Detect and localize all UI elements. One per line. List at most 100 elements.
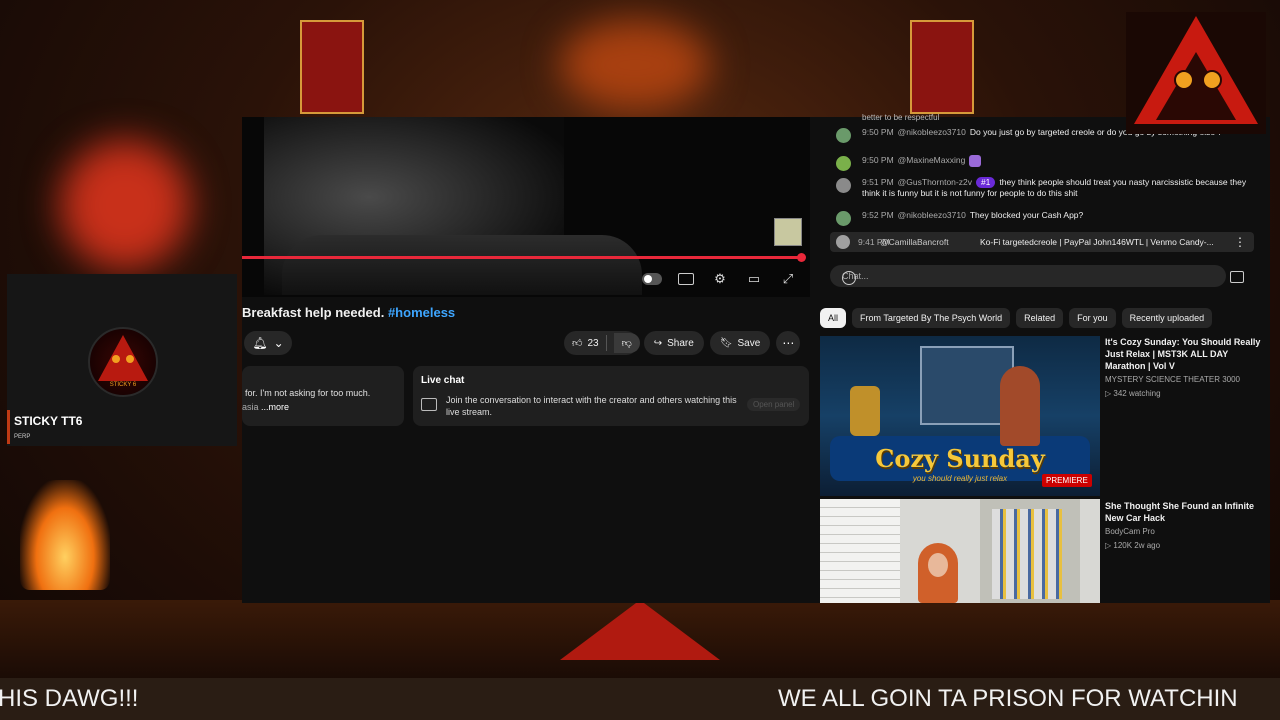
youtube-window: ⚙ ▭ ⤢ Breakfast help needed. #homeless 🔔…	[242, 113, 1270, 603]
save-button[interactable]: 🔖︎ Save	[709, 331, 771, 355]
more-link[interactable]: ...more	[259, 402, 289, 412]
captions-icon	[678, 273, 694, 285]
recommendation-meta: ▷ 120K 2w ago	[1105, 541, 1161, 550]
thumbs-down-icon: 👎︎	[621, 338, 632, 349]
thumb-board	[992, 509, 1062, 599]
live-chat-heading: Live chat	[421, 375, 465, 386]
avatar-eye-right	[126, 355, 134, 363]
recommendation-info[interactable]: She Thought She Found an Infinite New Ca…	[1105, 500, 1270, 552]
chat-icon	[421, 398, 437, 411]
open-panel-button[interactable]: Open panel	[747, 398, 801, 411]
theater-icon: ▭	[747, 271, 761, 286]
thumb-face	[928, 553, 948, 577]
bookmark-icon: 🔖︎	[719, 337, 733, 349]
chat-cut-line: better to be respectful	[862, 113, 940, 122]
recommendation-title[interactable]: It's Cozy Sunday: You Should Really Just…	[1105, 336, 1270, 372]
theater-button[interactable]: ▭	[744, 271, 764, 287]
recommendation-title[interactable]: She Thought She Found an Infinite New Ca…	[1105, 500, 1270, 524]
description-line-1: for. I'm not asking for too much.	[245, 388, 371, 398]
masked-figure	[560, 20, 710, 110]
chip-related[interactable]: Related	[1016, 308, 1064, 328]
premiere-badge: PREMIERE	[1042, 474, 1092, 487]
gear-icon: ⚙	[714, 271, 726, 286]
thumbs-up-icon[interactable]: 👍︎	[572, 337, 582, 349]
logo-eye-right	[1202, 70, 1222, 90]
recommendation-thumbnail[interactable]	[820, 499, 1100, 603]
avatar	[836, 211, 851, 226]
player-controls: ⚙ ▭ ⤢	[642, 269, 798, 289]
live-chat-panel: better to be respectful 9:50 PM @nikoblee…	[820, 113, 1266, 293]
thumb-wall	[820, 499, 900, 603]
thumb-robot	[850, 386, 880, 436]
more-dots-icon: ⋯	[782, 336, 795, 350]
progress-bar[interactable]	[242, 256, 804, 259]
description-line-2: asia ...more	[242, 402, 290, 412]
share-button[interactable]: ↪ Share	[643, 331, 704, 355]
recommendation-thumbnail[interactable]: Cozy Sunday you should really just relax…	[820, 336, 1100, 496]
chat-message: 9:50 PM @MaxineMaxxing	[836, 155, 1256, 171]
recommendation-channel: MYSTERY SCIENCE THEATER 3000	[1105, 375, 1241, 384]
chat-message: 9:52 PM @nikobleezo3710 They blocked your …	[836, 210, 1256, 226]
member-badge: #1	[975, 177, 996, 188]
live-chat-card: Live chat Join the conversation to inter…	[413, 366, 809, 426]
ticker-text-right: WE ALL GOIN TA PRISON FOR WATCHIN	[778, 685, 1238, 712]
progress-scrubber[interactable]	[797, 253, 806, 262]
recommendation-channel: BodyCam Pro	[1105, 527, 1155, 536]
streamer-name: STICKY TT6	[14, 414, 83, 428]
chip-for-you[interactable]: For you	[1069, 308, 1116, 328]
avatar	[836, 128, 851, 143]
video-frame-object	[774, 218, 802, 246]
pinned-message[interactable]: 9:41 PM @CamillaBancroft Ko-Fi targetedc…	[830, 232, 1254, 252]
kebab-menu-icon[interactable]: ⋮	[1234, 235, 1246, 249]
banner-left	[300, 20, 364, 114]
chip-recently-uploaded[interactable]: Recently uploaded	[1121, 308, 1213, 328]
bell-icon: 🔔︎	[252, 336, 268, 350]
chat-message: 9:51 PM @GusThornton-z2v #1 they think peop…	[836, 177, 1256, 201]
avatar-text: STICKY 6	[109, 382, 137, 388]
hashtag-link[interactable]: #homeless	[388, 305, 455, 320]
triangle-logo-inner	[1156, 52, 1236, 120]
logo-eye-left	[1174, 70, 1194, 90]
stream-logo-overlay	[1126, 12, 1266, 134]
captions-button[interactable]	[676, 271, 696, 287]
share-label: Share	[667, 337, 694, 349]
more-options-button[interactable]: ⋯	[776, 331, 801, 355]
avatar	[836, 178, 851, 193]
toggle-panel-icon[interactable]	[1230, 271, 1244, 283]
fullscreen-button[interactable]: ⤢	[778, 271, 798, 287]
chat-input[interactable]: Chat...	[830, 265, 1226, 287]
streamer-card: STICKY 6 STICKY TT6 PERP	[7, 274, 237, 446]
recommendation-chips: All From Targeted By The Psych World Rel…	[820, 308, 1213, 328]
avatar	[836, 156, 851, 171]
chevron-down-icon: ⌄	[273, 336, 284, 350]
video-player[interactable]: ⚙ ▭ ⤢	[242, 117, 810, 297]
action-bar: 👍︎ 23 👎︎ ↪ Share 🔖︎ Save ⋯	[564, 331, 801, 355]
emoji-icon	[969, 155, 982, 167]
notification-bell-button[interactable]: 🔔︎ ⌄	[244, 331, 292, 355]
accent-bar	[7, 410, 10, 444]
emoji-picker-icon[interactable]	[842, 271, 856, 285]
thumb-person	[1000, 366, 1040, 446]
avatar: STICKY 6	[88, 327, 158, 397]
ticker-text-left: HIS DAWG!!!	[0, 685, 139, 712]
avatar	[836, 235, 850, 249]
chip-all[interactable]: All	[820, 308, 847, 328]
video-frame-hood	[282, 235, 642, 295]
fire-left	[20, 480, 110, 590]
avatar-eye-left	[112, 355, 120, 363]
autoplay-toggle[interactable]	[642, 271, 662, 287]
scrolling-ticker: HIS DAWG!!! WE ALL GOIN TA PRISON FOR WA…	[0, 678, 1280, 720]
banner-right	[910, 20, 974, 114]
fullscreen-icon: ⤢	[782, 271, 794, 286]
settings-button[interactable]: ⚙	[710, 271, 730, 287]
video-title: Breakfast help needed. #homeless	[242, 305, 455, 320]
recommendation-meta: ▷ 342 watching	[1105, 389, 1161, 398]
lantern-left	[60, 140, 190, 270]
live-chat-text: Join the conversation to interact with t…	[446, 395, 737, 417]
save-label: Save	[737, 337, 761, 349]
recommendation-info[interactable]: It's Cozy Sunday: You Should Really Just…	[1105, 336, 1270, 400]
chip-from-channel[interactable]: From Targeted By The Psych World	[852, 308, 1011, 328]
description-box[interactable]: for. I'm not asking for too much. asia .…	[242, 366, 404, 426]
dislike-button[interactable]: 👎︎	[613, 333, 640, 353]
like-count[interactable]: 23	[587, 338, 598, 349]
